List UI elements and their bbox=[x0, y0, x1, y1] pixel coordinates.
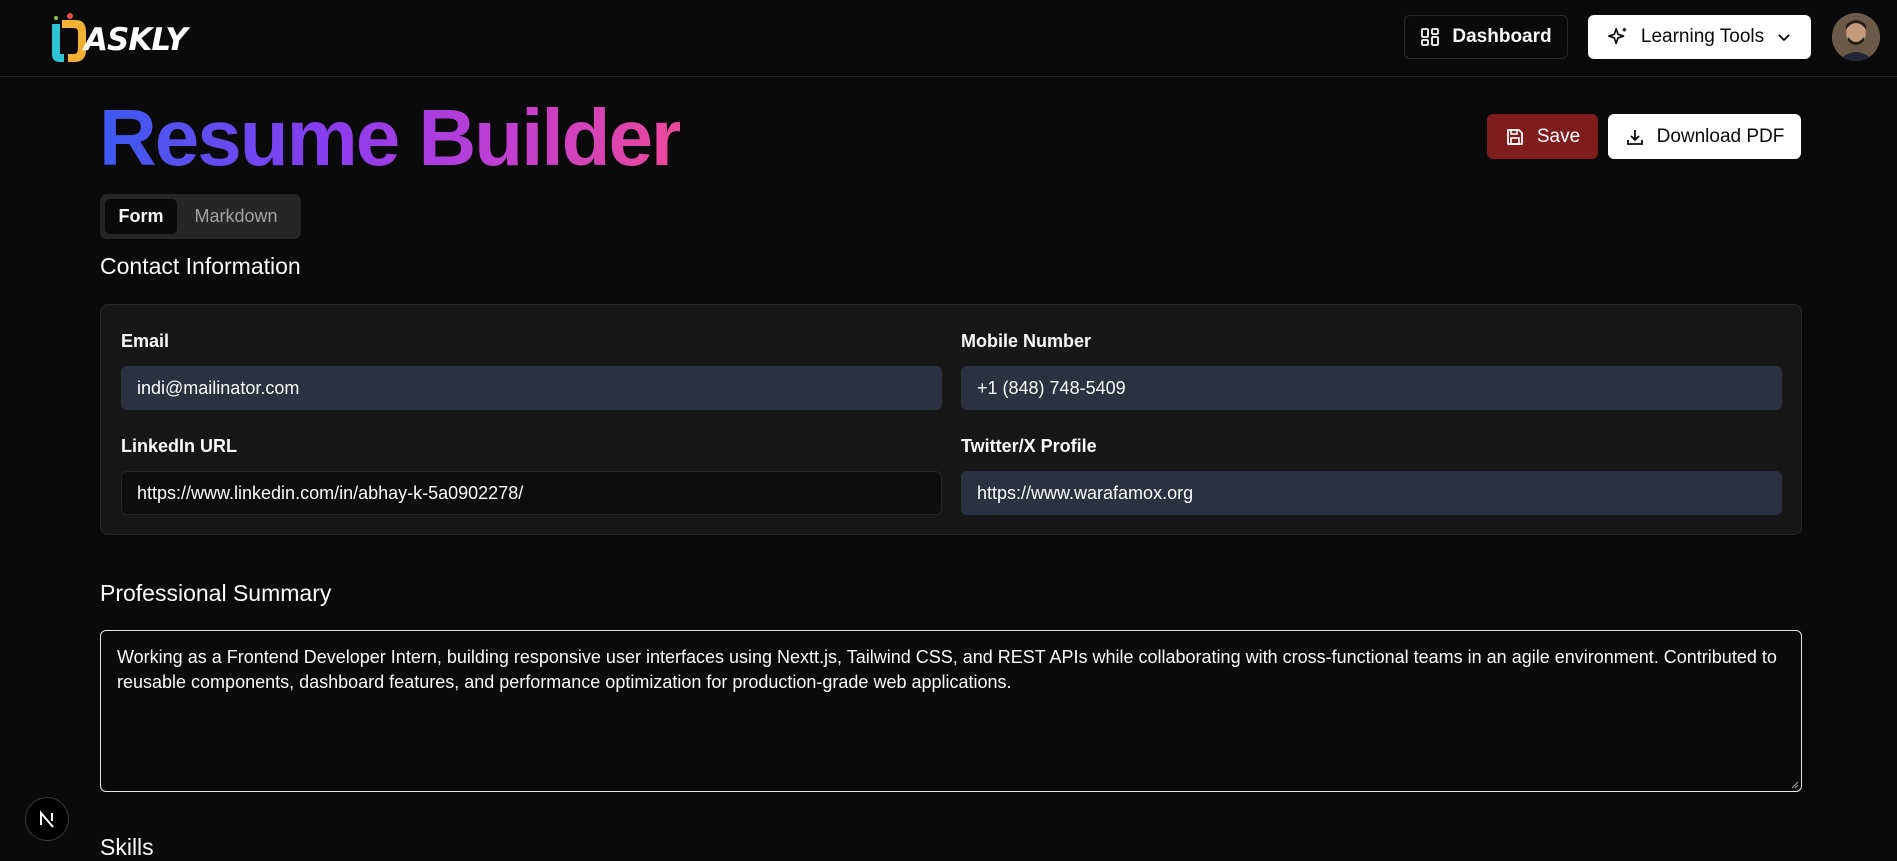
dashboard-label: Dashboard bbox=[1452, 26, 1552, 47]
mobile-number-label: Mobile Number bbox=[961, 331, 1092, 351]
skills-heading: Skills bbox=[100, 834, 154, 860]
download-pdf-button[interactable]: Download PDF bbox=[1608, 114, 1801, 159]
learning-tools-label: Learning Tools bbox=[1640, 26, 1765, 47]
user-avatar[interactable] bbox=[1832, 13, 1880, 61]
nextjs-dev-badge[interactable] bbox=[25, 797, 69, 841]
tab-markdown[interactable]: Markdown bbox=[177, 199, 295, 234]
linkedin-url-label: LinkedIn URL bbox=[121, 436, 237, 456]
dashboard-button[interactable]: Dashboard bbox=[1404, 15, 1568, 59]
view-mode-tabs: Form Markdown bbox=[100, 194, 301, 239]
download-pdf-label: Download PDF bbox=[1656, 125, 1785, 147]
learning-tools-dropdown[interactable]: Learning Tools bbox=[1588, 15, 1811, 59]
mobile-number-field[interactable]: +1 (848) 748-5409 bbox=[961, 366, 1782, 410]
twitter-profile-field[interactable]: https://www.warafamox.org bbox=[961, 471, 1782, 515]
email-field[interactable]: indi@mailinator.com bbox=[121, 366, 942, 410]
logo-mark-icon bbox=[52, 13, 86, 62]
logo-text: ASKLY bbox=[84, 22, 188, 58]
professional-summary-text: Working as a Frontend Developer Intern, … bbox=[117, 647, 1777, 692]
contact-information-card: Email indi@mailinator.com Mobile Number … bbox=[100, 304, 1802, 535]
professional-summary-textarea[interactable]: Working as a Frontend Developer Intern, … bbox=[100, 630, 1802, 792]
save-button[interactable]: Save bbox=[1487, 114, 1598, 159]
save-icon bbox=[1506, 128, 1523, 145]
twitter-profile-label: Twitter/X Profile bbox=[961, 436, 1097, 456]
tab-form[interactable]: Form bbox=[105, 199, 177, 234]
linkedin-url-field[interactable]: https://www.linkedin.com/in/abhay-k-5a09… bbox=[121, 471, 942, 515]
resize-handle-icon[interactable] bbox=[1789, 779, 1799, 789]
sparkles-icon bbox=[1607, 27, 1627, 45]
download-icon bbox=[1626, 129, 1643, 145]
save-label: Save bbox=[1536, 125, 1581, 147]
dashboard-grid-icon bbox=[1421, 28, 1440, 46]
chevron-down-icon bbox=[1778, 34, 1790, 42]
email-label: Email bbox=[121, 331, 170, 351]
page-title: Resume Builder bbox=[99, 93, 682, 182]
askly-logo[interactable]: ASKLY bbox=[46, 10, 211, 68]
professional-summary-heading: Professional Summary bbox=[100, 580, 332, 606]
contact-information-heading: Contact Information bbox=[100, 253, 301, 279]
top-nav-bar: ASKLY Dashboard Learning Tools bbox=[0, 0, 1897, 77]
user-photo bbox=[1832, 13, 1880, 61]
nextjs-icon bbox=[40, 810, 54, 828]
